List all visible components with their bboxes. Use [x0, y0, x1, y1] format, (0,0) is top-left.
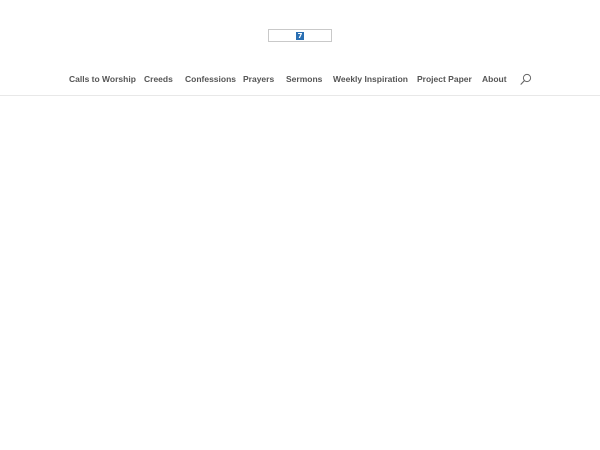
nav-item-calls-to-worship[interactable]: Calls to Worship — [69, 72, 136, 86]
logo-mark-icon: 7 — [296, 32, 304, 40]
site-logo[interactable]: 7 — [268, 29, 332, 42]
search-button[interactable] — [519, 73, 533, 86]
nav-item-creeds[interactable]: Creeds — [144, 72, 173, 86]
nav-item-weekly-inspiration[interactable]: Weekly Inspiration — [333, 72, 408, 86]
nav-item-about[interactable]: About — [482, 72, 507, 86]
site-header: 7 Calls to Worship Creeds Confessions Pr… — [0, 0, 600, 96]
nav-item-confessions[interactable]: Confessions — [185, 72, 236, 86]
search-icon — [520, 73, 532, 85]
nav-item-project-paper[interactable]: Project Paper — [417, 72, 472, 86]
nav-item-prayers[interactable]: Prayers — [243, 72, 274, 86]
nav-item-sermons[interactable]: Sermons — [286, 72, 322, 86]
page-content — [0, 96, 600, 450]
main-navigation: Calls to Worship Creeds Confessions Pray… — [0, 72, 600, 86]
